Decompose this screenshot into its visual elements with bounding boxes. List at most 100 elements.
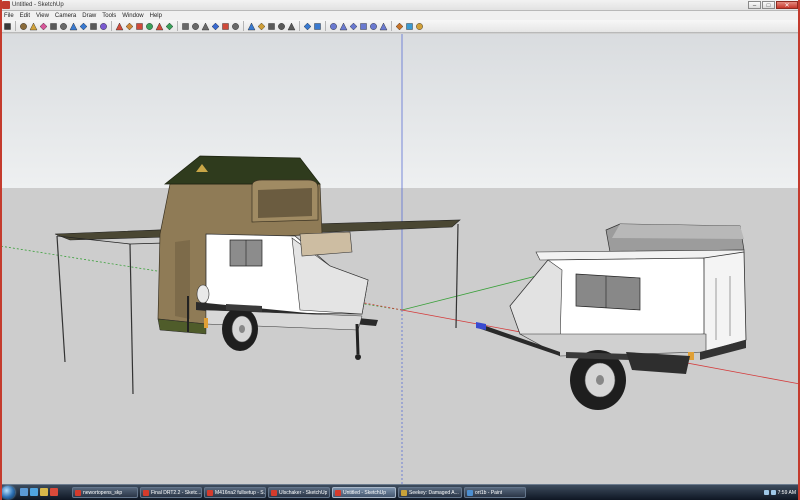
internet-explorer-icon[interactable] — [30, 488, 38, 496]
show-desktop-icon[interactable] — [20, 488, 28, 496]
trailer-side-window — [575, 273, 641, 311]
taskbar-item[interactable]: newortopens_skp — [72, 487, 138, 498]
move-tool-button[interactable] — [115, 22, 124, 31]
tent-window-mesh — [258, 188, 312, 218]
follow-me-tool-button[interactable] — [145, 22, 154, 31]
orbit-tool-button[interactable] — [247, 22, 256, 31]
push-pull-tool-button[interactable] — [125, 22, 134, 31]
axes-tool-button[interactable] — [221, 22, 230, 31]
arc-icon — [79, 22, 88, 30]
dimension-tool-button[interactable] — [191, 22, 200, 31]
title-bar[interactable]: Untitled - SketchUp – □ ✕ — [0, 0, 800, 11]
window-border-left — [0, 0, 2, 500]
sketchup-icon[interactable] — [50, 488, 58, 496]
taskbar-item-active[interactable]: Untitled - SketchUp — [332, 487, 396, 498]
get-models-tool-button[interactable] — [415, 22, 424, 31]
make-component-tool-button[interactable] — [19, 22, 28, 31]
toolbar-separator — [325, 21, 326, 31]
volume-icon[interactable] — [770, 490, 776, 495]
circle-tool-button[interactable] — [69, 22, 78, 31]
zoom-extents-icon — [287, 22, 296, 30]
tape-measure-tool-button[interactable] — [181, 22, 190, 31]
freehand-icon — [100, 22, 107, 30]
protractor-tool-button[interactable] — [201, 22, 210, 31]
top-view-tool-button[interactable] — [339, 22, 348, 31]
make-component-icon — [20, 22, 27, 30]
right-view-tool-button[interactable] — [359, 22, 368, 31]
toolbar-separator — [299, 21, 300, 31]
scene-canvas[interactable] — [0, 34, 800, 484]
zoom-window-icon — [278, 22, 285, 30]
paint-bucket-icon — [29, 22, 38, 30]
sketchup-icon — [75, 489, 81, 496]
axes-icon — [222, 22, 229, 30]
menu-file[interactable]: File — [4, 13, 14, 19]
offset-icon — [165, 22, 174, 30]
iso-view-icon — [330, 22, 337, 30]
3d-text-tool-button[interactable] — [231, 22, 240, 31]
close-button[interactable]: ✕ — [776, 1, 798, 9]
previous-view-tool-button[interactable] — [303, 22, 312, 31]
maximize-button[interactable]: □ — [762, 1, 775, 9]
menu-edit[interactable]: Edit — [20, 13, 30, 19]
menu-tools[interactable]: Tools — [102, 13, 116, 19]
clock[interactable]: 7:59 AM — [778, 490, 796, 496]
3d-text-icon — [232, 22, 239, 30]
toolbar-separator — [177, 21, 178, 31]
3d-warehouse-tool-button[interactable] — [395, 22, 404, 31]
menu-window[interactable]: Window — [122, 13, 143, 19]
rectangle-icon — [50, 22, 57, 30]
dimension-icon — [192, 22, 199, 30]
freehand-tool-button[interactable] — [99, 22, 108, 31]
sketchup-app-icon — [2, 1, 10, 9]
taskbar-item[interactable]: M416na2 fullsetup - S... — [204, 487, 266, 498]
share-model-icon — [406, 22, 413, 30]
main-toolbar — [0, 20, 800, 33]
zoom-icon — [268, 22, 275, 30]
rectangle-tool-button[interactable] — [49, 22, 58, 31]
system-tray: 7:59 AM — [760, 486, 800, 499]
scale-tool-button[interactable] — [155, 22, 164, 31]
taskbar-item[interactable]: Seekey: Damaged A... — [398, 487, 462, 498]
model-viewport[interactable] — [0, 34, 800, 484]
menu-help[interactable]: Help — [150, 13, 162, 19]
select-tool-button[interactable] — [3, 22, 12, 31]
taskbar-item[interactable]: Ulschaker - SketchUp — [268, 487, 330, 498]
pan-tool-button[interactable] — [257, 22, 266, 31]
3d-warehouse-icon — [395, 22, 404, 30]
network-icon[interactable] — [763, 490, 769, 495]
orbit-icon — [247, 22, 256, 30]
next-view-tool-button[interactable] — [313, 22, 322, 31]
minimize-button[interactable]: – — [748, 1, 761, 9]
zoom-window-tool-button[interactable] — [277, 22, 286, 31]
zoom-extents-tool-button[interactable] — [287, 22, 296, 31]
paint-bucket-tool-button[interactable] — [29, 22, 38, 31]
scale-icon — [155, 22, 164, 30]
share-model-tool-button[interactable] — [405, 22, 414, 31]
sketchup-icon — [143, 489, 149, 496]
jockey-wheel — [355, 354, 361, 360]
text-tool-button[interactable] — [211, 22, 220, 31]
iso-view-tool-button[interactable] — [329, 22, 338, 31]
sketchup-icon — [207, 489, 213, 496]
left-view-tool-button[interactable] — [379, 22, 388, 31]
back-view-tool-button[interactable] — [369, 22, 378, 31]
jockey-wheel-leg — [355, 323, 360, 355]
menu-camera[interactable]: Camera — [55, 13, 76, 19]
menu-view[interactable]: View — [36, 13, 49, 19]
zoom-tool-button[interactable] — [267, 22, 276, 31]
eraser-tool-button[interactable] — [39, 22, 48, 31]
polygon-tool-button[interactable] — [89, 22, 98, 31]
line-tool-button[interactable] — [59, 22, 68, 31]
rotate-tool-button[interactable] — [135, 22, 144, 31]
window-title: Untitled - SketchUp — [12, 2, 64, 8]
arc-tool-button[interactable] — [79, 22, 88, 31]
start-button[interactable] — [1, 486, 15, 499]
menu-draw[interactable]: Draw — [82, 13, 96, 19]
taskbar-item[interactable]: Final DRT2.2 - Sketc... — [140, 487, 202, 498]
trailer-rear — [703, 251, 747, 353]
folder-icon[interactable] — [40, 488, 48, 496]
front-view-tool-button[interactable] — [349, 22, 358, 31]
offset-tool-button[interactable] — [165, 22, 174, 31]
taskbar-item[interactable]: ort1b - Paint — [464, 487, 526, 498]
